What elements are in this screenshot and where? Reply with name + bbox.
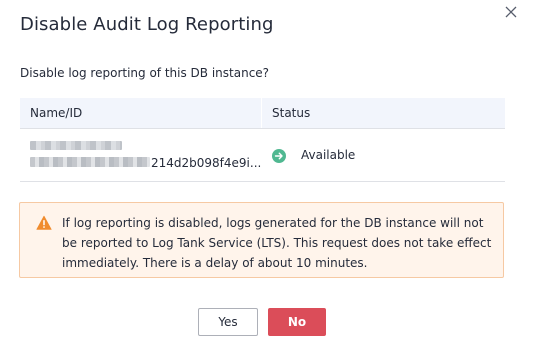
status-text: Available [301,148,356,162]
column-header-name-id[interactable]: Name/ID [30,98,82,128]
masked-instance-name [30,141,122,150]
table-row: 214d2b098f4e9i... Available [20,129,505,182]
column-header-status[interactable]: Status [272,98,310,128]
masked-instance-id [30,157,150,167]
confirm-question: Disable log reporting of this DB instanc… [20,66,270,80]
dialog-title: Disable Audit Log Reporting [20,14,274,35]
warning-message: If log reporting is disabled, logs gener… [62,216,492,270]
close-icon[interactable] [502,3,520,21]
column-divider [261,98,262,128]
instance-id-text: 214d2b098f4e9i... [151,156,262,170]
arrow-right-circle-icon [272,148,286,163]
warning-alert: If log reporting is disabled, logs gener… [19,202,504,278]
yes-button[interactable]: Yes [198,308,258,336]
table-header: Name/ID Status [20,98,505,129]
disable-audit-log-dialog: Disable Audit Log Reporting Disable log … [0,0,536,360]
warning-triangle-icon [36,215,52,231]
no-button[interactable]: No [268,308,326,336]
